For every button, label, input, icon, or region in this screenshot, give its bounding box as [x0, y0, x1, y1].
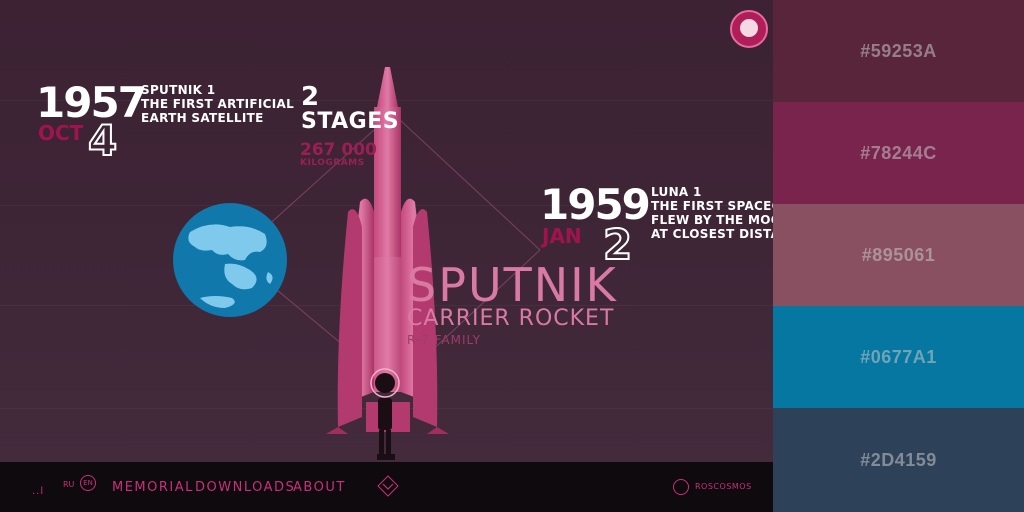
badge-face [740, 19, 758, 37]
event-1957-caption: SPUTNIK 1 THE FIRST ARTIFICIAL EARTH SAT… [141, 83, 294, 125]
nav-about[interactable]: ABOUT [293, 480, 346, 495]
event-1957-day: 4 [87, 116, 118, 165]
event-1957-month: OCT [38, 121, 84, 145]
caption-line: LUNA 1 [651, 185, 702, 199]
caption-line: THE FIRST SPACECR [651, 199, 773, 213]
caption-line: EARTH SATELLITE [141, 111, 264, 125]
globe-icon [173, 203, 287, 317]
swatch-3: #895061 [773, 204, 1024, 306]
rocket-title: SPUTNIK [407, 258, 618, 312]
sound-bars-icon[interactable]: ..l [32, 486, 44, 497]
swatch-2: #78244C [773, 102, 1024, 204]
swatch-label: #78244C [860, 142, 937, 163]
stages-count: 2 [301, 82, 320, 112]
lang-ru-link[interactable]: RU [63, 480, 74, 489]
event-1959-caption: LUNA 1 THE FIRST SPACECR FLEW BY THE MOO… [651, 185, 773, 241]
rocket-subtitle: CARRIER ROCKET [407, 306, 615, 331]
roscosmos-link[interactable]: ROSCOSMOS [695, 482, 752, 491]
astronaut-figure [370, 368, 400, 460]
caption-line: AT CLOSEST DISTAN [651, 227, 773, 241]
swatch-1: #59253A [773, 0, 1024, 102]
color-palette: #59253A #78244C #895061 #0677A1 #2D4159 [773, 0, 1024, 512]
nav-downloads[interactable]: DOWNLOADS [195, 480, 295, 495]
caption-line: FLEW BY THE MOO [651, 213, 773, 227]
stages-label: STAGES [301, 109, 400, 134]
swatch-5: #2D4159 [773, 408, 1024, 512]
roscosmos-logo-icon[interactable] [673, 479, 689, 495]
swatch-label: #0677A1 [860, 346, 937, 367]
event-1959-month: JAN [542, 224, 582, 248]
swatch-4: #0677A1 [773, 306, 1024, 408]
caption-line: THE FIRST ARTIFICIAL [141, 97, 295, 111]
swatch-label: #2D4159 [860, 449, 937, 470]
lang-en-link[interactable]: EN [80, 475, 96, 491]
swatch-label: #59253A [860, 40, 937, 61]
stages-mass-unit: KILOGRAMS [300, 158, 365, 168]
caption-line: SPUTNIK 1 [141, 83, 216, 97]
gagarin-badge-icon[interactable] [730, 10, 768, 48]
nav-memorial[interactable]: MEMORIAL [112, 480, 194, 495]
event-1959-year: 1959 [540, 180, 651, 229]
rocket-family: R-7 FAMILY [407, 333, 481, 347]
bottom-nav-bar: ..l RU EN MEMORIAL DOWNLOADS ABOUT ROSCO… [0, 462, 773, 512]
chevron-down-icon[interactable] [377, 475, 399, 497]
hero-stage: 1957 OCT 4 SPUTNIK 1 THE FIRST ARTIFICIA… [0, 0, 773, 462]
stages-mass: 267 000 [300, 140, 377, 160]
swatch-label: #895061 [861, 244, 936, 265]
